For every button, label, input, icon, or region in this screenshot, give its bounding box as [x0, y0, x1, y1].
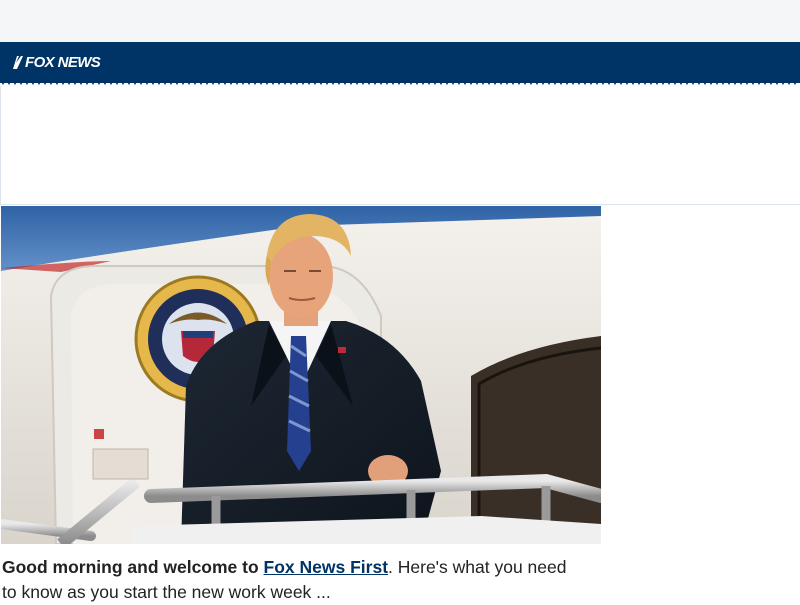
browser-top-strip	[0, 0, 800, 42]
intro-rest-text: . Here's what you need	[388, 557, 567, 577]
fox-news-first-link[interactable]: Fox News First	[264, 557, 388, 577]
site-header	[0, 42, 800, 83]
intro-rest-text-line2: to know as you start the new work week .…	[2, 582, 331, 602]
logo-text: FOX NEWS	[25, 53, 101, 71]
fox-news-logo[interactable]: FOX NEWS	[12, 52, 101, 72]
fox-logo-mark-icon	[13, 56, 23, 69]
article-intro: Good morning and welcome to Fox News Fir…	[2, 555, 602, 605]
hero-image[interactable]	[1, 206, 601, 544]
hero-photo	[1, 206, 601, 544]
intro-bold-text: Good morning and welcome to	[2, 557, 264, 577]
ad-slot	[0, 86, 800, 205]
